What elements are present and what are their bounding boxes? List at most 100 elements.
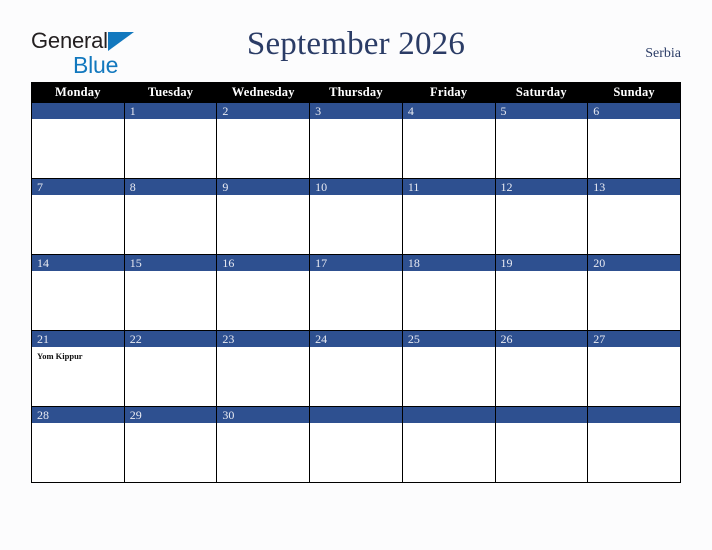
day-number: 10 [310, 179, 402, 195]
calendar-day-cell[interactable]: 28 [31, 406, 125, 483]
calendar-day-cell[interactable]: 5 [494, 102, 589, 179]
calendar-day-cell[interactable]: 25 [401, 330, 496, 407]
day-cell-content: 7 [32, 179, 124, 254]
day-events [403, 347, 495, 351]
day-number: 15 [124, 255, 217, 271]
calendar-day-cell[interactable]: 27 [587, 330, 681, 407]
calendar-day-cell[interactable]: 29 [123, 406, 218, 483]
day-cell-content [495, 407, 588, 482]
calendar-day-cell[interactable]: 20 [587, 254, 681, 331]
day-cell-content: 16 [217, 255, 310, 330]
calendar-day-cell[interactable]: 18 [401, 254, 496, 331]
day-events [125, 119, 217, 123]
day-cell-content: 26 [495, 331, 588, 406]
calendar-day-cell[interactable]: 16 [216, 254, 311, 331]
day-cell-content [310, 407, 402, 482]
calendar-day-cell[interactable]: 15 [123, 254, 218, 331]
day-events [32, 119, 124, 123]
weekday-header-sunday: Sunday [587, 82, 681, 103]
day-number: 18 [402, 255, 495, 271]
day-number: 21 [32, 331, 124, 347]
calendar-day-cell[interactable]: 30 [216, 406, 311, 483]
day-number: 20 [588, 255, 680, 271]
calendar-day-cell[interactable]: 24 [309, 330, 403, 407]
calendar-day-cell[interactable] [587, 406, 681, 483]
day-cell-content: 9 [217, 179, 310, 254]
calendar-day-cell[interactable]: 21 Yom Kippur [31, 330, 125, 407]
page-header: General Blue September 2026 Serbia [0, 0, 712, 80]
calendar-day-cell[interactable]: 23 [216, 330, 311, 407]
weekday-header-wednesday: Wednesday [216, 82, 311, 103]
day-events [217, 119, 309, 123]
day-events [588, 271, 680, 275]
day-number: 11 [402, 179, 495, 195]
day-cell-content: 25 [402, 331, 495, 406]
day-events [32, 423, 124, 427]
day-cell-content: 3 [310, 103, 402, 178]
calendar-day-cell[interactable]: 13 [587, 178, 681, 255]
day-cell-content: 15 [124, 255, 217, 330]
day-number [402, 407, 495, 423]
day-events [588, 195, 680, 199]
day-events: Yom Kippur [32, 347, 124, 362]
weekday-header-tuesday: Tuesday [123, 82, 218, 103]
calendar-day-cell[interactable] [401, 406, 496, 483]
calendar-day-cell[interactable]: 2 [216, 102, 311, 179]
calendar-day-cell[interactable]: 26 [494, 330, 589, 407]
calendar-week-row: 7 8 9 10 11 12 13 [31, 178, 681, 255]
calendar-day-cell[interactable]: 22 [123, 330, 218, 407]
day-number [588, 407, 680, 423]
day-number: 13 [588, 179, 680, 195]
day-cell-content: 23 [217, 331, 310, 406]
calendar-week-row: 21 Yom Kippur 22 23 24 25 26 27 [31, 330, 681, 407]
day-number [32, 103, 124, 119]
day-cell-content: 24 [310, 331, 402, 406]
calendar-day-cell[interactable]: 3 [309, 102, 403, 179]
page-title: September 2026 [246, 26, 466, 62]
calendar-week-row: 123456 [31, 102, 681, 179]
day-cell-content: 22 [124, 331, 217, 406]
day-events [32, 195, 124, 199]
calendar-day-cell[interactable]: 12 [494, 178, 589, 255]
calendar-body: 1 2 3 4 5 6 7 8 9 10 11 12 13 14 15 16 17 18 19 20 21 Yom Kip… [31, 102, 681, 483]
day-events [310, 195, 402, 199]
calendar-day-cell[interactable] [31, 102, 125, 179]
country-label: Serbia [645, 46, 681, 61]
day-cell-content: 11 [402, 179, 495, 254]
calendar-day-cell[interactable]: 1 [123, 102, 218, 179]
calendar-day-cell[interactable] [494, 406, 589, 483]
day-number: 26 [495, 331, 588, 347]
calendar-day-cell[interactable]: 17 [309, 254, 403, 331]
day-number [310, 407, 402, 423]
day-cell-content: 2 [217, 103, 310, 178]
day-cell-content: 29 [124, 407, 217, 482]
calendar-day-cell[interactable]: 6 [587, 102, 681, 179]
calendar-day-cell[interactable]: 14 [31, 254, 125, 331]
day-events [496, 423, 588, 427]
day-cell-content: 4 [402, 103, 495, 178]
calendar-header-row: Monday Tuesday Wednesday Thursday Friday… [31, 82, 681, 103]
calendar-day-cell[interactable]: 7 [31, 178, 125, 255]
day-cell-content: 10 [310, 179, 402, 254]
day-cell-content: 21 Yom Kippur [32, 331, 124, 406]
calendar-day-cell[interactable]: 8 [123, 178, 218, 255]
calendar-day-cell[interactable]: 19 [494, 254, 589, 331]
day-cell-content: 1 [124, 103, 217, 178]
calendar-day-cell[interactable]: 9 [216, 178, 311, 255]
day-number: 7 [32, 179, 124, 195]
day-number: 30 [217, 407, 310, 423]
day-events [588, 423, 680, 427]
calendar-day-cell[interactable] [309, 406, 403, 483]
calendar-day-cell[interactable]: 4 [401, 102, 496, 179]
calendar-day-cell[interactable]: 10 [309, 178, 403, 255]
calendar-week-row: 14 15 16 17 18 19 20 [31, 254, 681, 331]
calendar-day-cell[interactable]: 11 [401, 178, 496, 255]
day-number: 12 [495, 179, 588, 195]
day-events [125, 347, 217, 351]
day-cell-content: 28 [32, 407, 124, 482]
day-cell-content: 30 [217, 407, 310, 482]
day-number: 4 [402, 103, 495, 119]
day-cell-content: 19 [495, 255, 588, 330]
day-number: 14 [32, 255, 124, 271]
day-cell-content: 13 [588, 179, 680, 254]
